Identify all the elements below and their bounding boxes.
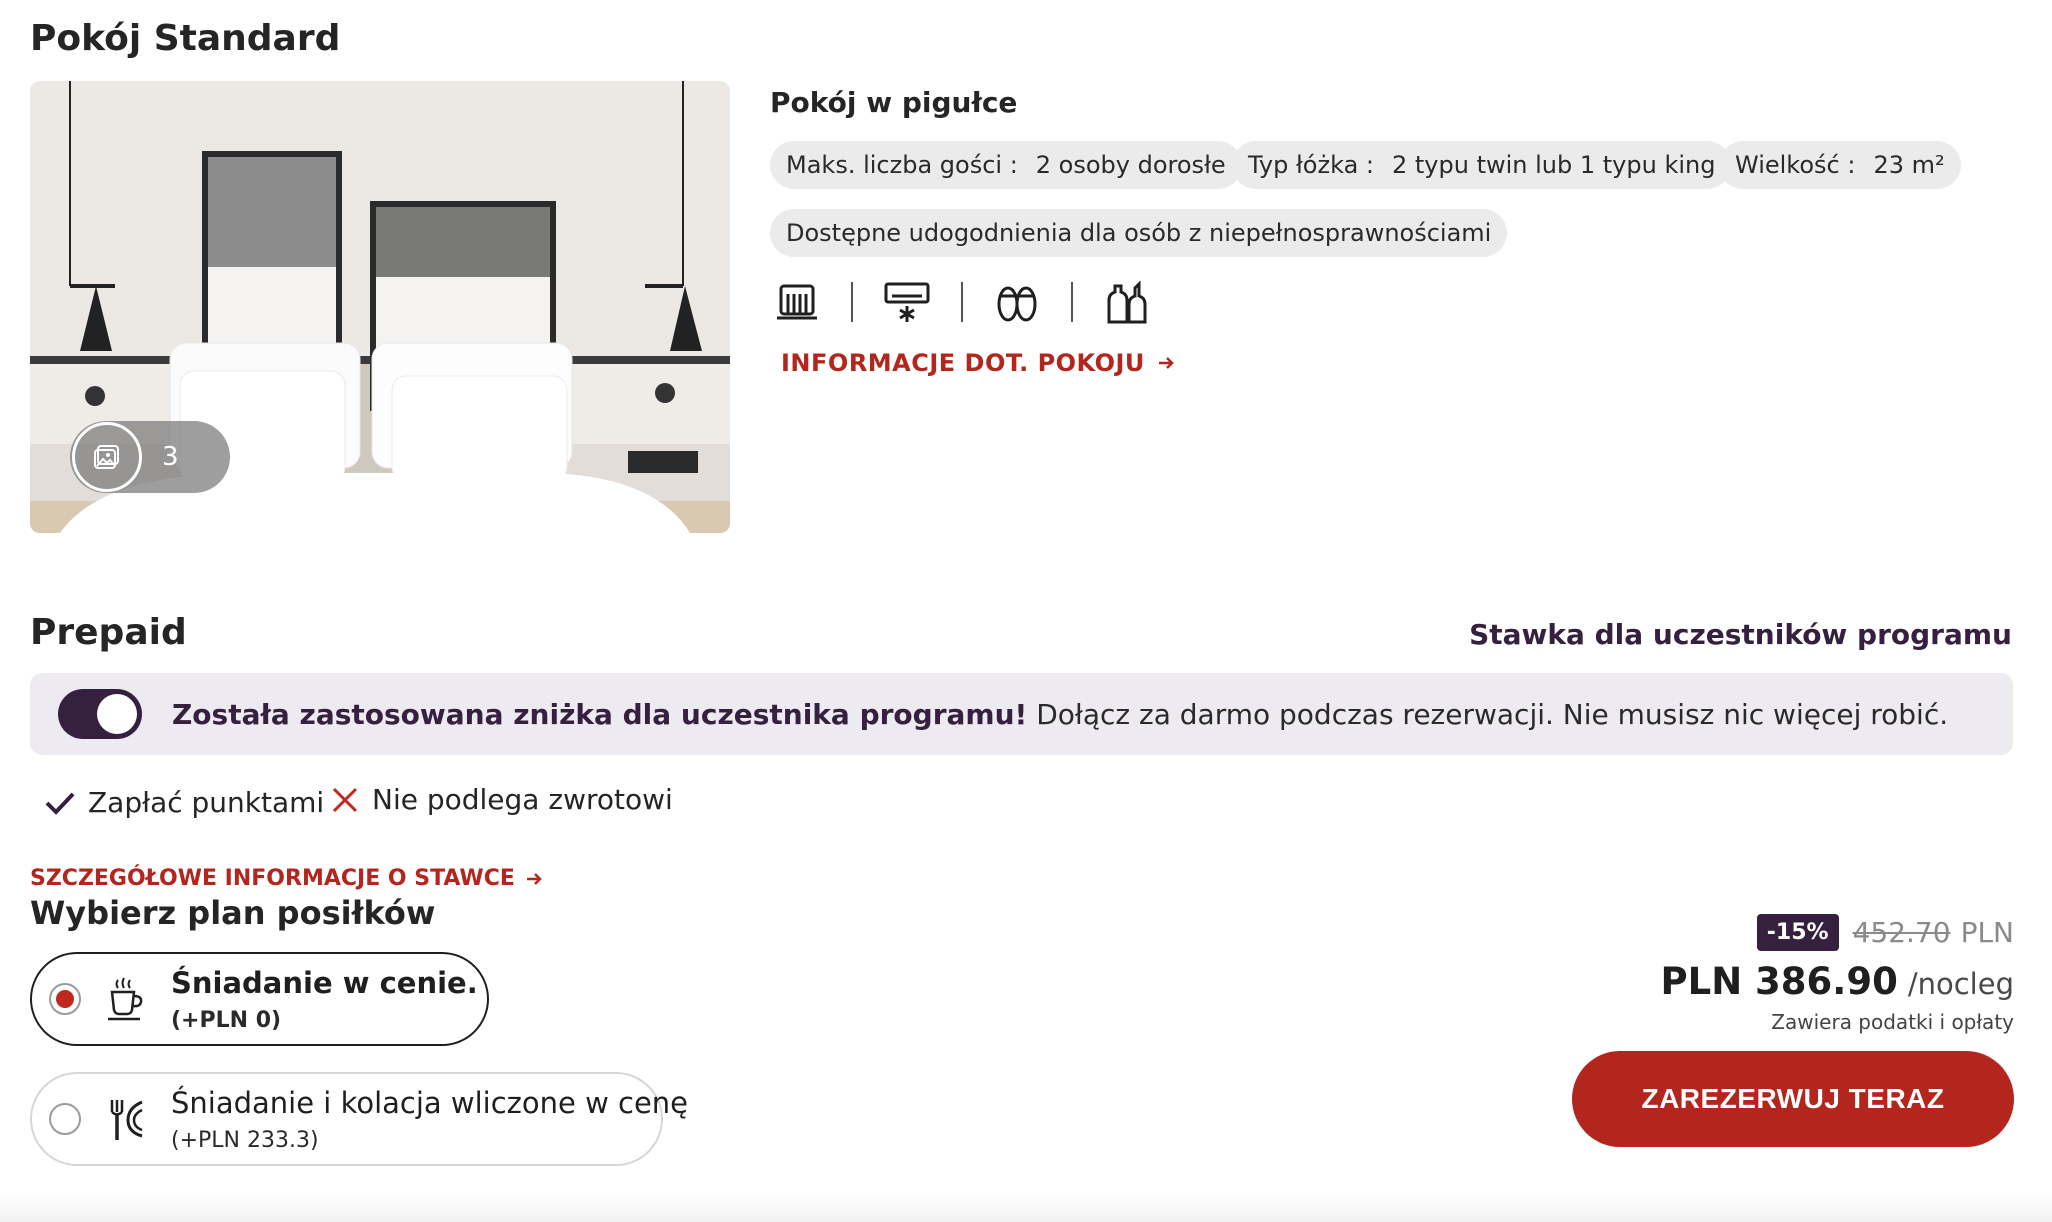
original-price: 452.70: [1852, 916, 1951, 949]
per-night-label: /nocleg: [1907, 967, 2014, 1001]
room-title: Pokój Standard: [30, 18, 341, 59]
room-info-link[interactable]: INFORMACJE DOT. POKOJU: [781, 349, 1175, 377]
gallery-icon: [72, 422, 142, 492]
arrow-right-icon: [526, 872, 542, 885]
meal-option-breakfast-dinner[interactable]: Śniadanie i kolacja wliczone w cenę (+PL…: [30, 1072, 688, 1166]
arrow-right-icon: [1158, 357, 1174, 369]
cutlery-icon: [101, 1094, 151, 1144]
taxes-note: Zawiera podatki i opłaty: [1771, 1010, 2014, 1034]
original-price-currency: PLN: [1960, 916, 2014, 949]
meal-option-price: (+PLN 0): [171, 1007, 282, 1033]
meal-radio-selected[interactable]: [49, 983, 81, 1015]
amenity-divider: [961, 282, 963, 322]
page-bottom-edge: [0, 1190, 2052, 1222]
chip-room-size: Wielkość : 23 m²: [1719, 141, 1961, 189]
air-conditioning-icon: [880, 274, 934, 330]
current-price-row: PLN 386.90 /nocleg: [1661, 960, 2014, 1003]
room-photo[interactable]: 3: [30, 81, 730, 533]
feature-label: Zapłać punktami: [88, 786, 325, 819]
banner-message: Została zastosowana zniżka dla uczestnik…: [172, 698, 1948, 731]
member-discount-toggle[interactable]: [58, 689, 142, 739]
rate-title: Prepaid: [30, 612, 187, 653]
discount-badge: -15%: [1756, 914, 1839, 951]
meal-plan-title: Wybierz plan posiłków: [30, 894, 436, 932]
banner-bold-text: Została zastosowana zniżka dla uczestnik…: [172, 697, 1028, 731]
amenity-divider: [851, 282, 853, 322]
coffee-cup-icon: [101, 974, 151, 1024]
radio-dot: [56, 990, 74, 1008]
book-now-button[interactable]: ZAREZERWUJ TERAZ: [1572, 1051, 2014, 1147]
current-price: PLN 386.90: [1660, 960, 1898, 1003]
room-info-link-label: INFORMACJE DOT. POKOJU: [781, 349, 1145, 377]
photo-gallery-button[interactable]: 3: [70, 421, 230, 493]
rate-details-link-label: SZCZEGÓŁOWE INFORMACJE O STAWCE: [30, 866, 515, 891]
chip-value: 2 typu twin lub 1 typu king: [1392, 151, 1716, 179]
feature-non-refundable: Nie podlega zwrotowi: [330, 783, 673, 816]
toiletries-icon: [1100, 274, 1154, 330]
photo-count: 3: [162, 442, 179, 472]
slippers-icon: [990, 274, 1044, 330]
amenities-row: [770, 274, 1154, 330]
chip-bed-type: Typ łóżka : 2 typu twin lub 1 typu king: [1232, 141, 1732, 189]
feature-pay-with-points: Zapłać punktami: [44, 786, 324, 819]
chip-accessibility: Dostępne udogodnienia dla osób z niepełn…: [770, 209, 1508, 257]
rate-details-link[interactable]: SZCZEGÓŁOWE INFORMACJE O STAWCE: [30, 866, 543, 891]
meal-option-name: Śniadanie i kolacja wliczone w cenę: [171, 1085, 689, 1120]
original-price-row: -15% 452.70 PLN: [1756, 914, 2014, 951]
meal-option-price: (+PLN 233.3): [171, 1127, 319, 1153]
chip-max-guests: Maks. liczba gości : 2 osoby dorosłe: [770, 141, 1242, 189]
member-rate-label: Stawka dla uczestników programu: [1469, 618, 2012, 651]
chip-label: Maks. liczba gości :: [786, 151, 1018, 179]
chip-label: Wielkość :: [1735, 151, 1856, 179]
cross-icon: [332, 787, 358, 812]
toggle-knob: [97, 694, 137, 734]
banner-text: Dołącz za darmo podczas rezerwacji. Nie …: [1036, 697, 1949, 731]
feature-label: Nie podlega zwrotowi: [372, 783, 673, 816]
chip-label: Typ łóżka :: [1248, 151, 1374, 179]
amenity-divider: [1071, 282, 1073, 322]
chip-label: Dostępne udogodnienia dla osób z niepełn…: [786, 219, 1492, 247]
radiator-icon: [770, 274, 824, 330]
meal-radio-unselected[interactable]: [49, 1103, 81, 1135]
meal-option-text: Śniadanie w cenie. (+PLN 0): [171, 966, 478, 1033]
check-icon: [45, 792, 75, 815]
meal-option-text: Śniadanie i kolacja wliczone w cenę (+PL…: [171, 1086, 688, 1153]
chip-value: 2 osoby dorosłe: [1035, 151, 1226, 179]
meal-option-breakfast[interactable]: Śniadanie w cenie. (+PLN 0): [30, 952, 489, 1046]
room-summary-title: Pokój w pigułce: [770, 86, 1018, 119]
meal-option-name: Śniadanie w cenie.: [171, 965, 478, 1000]
member-discount-banner: Została zastosowana zniżka dla uczestnik…: [30, 673, 2013, 755]
chip-value: 23 m²: [1873, 151, 1945, 179]
